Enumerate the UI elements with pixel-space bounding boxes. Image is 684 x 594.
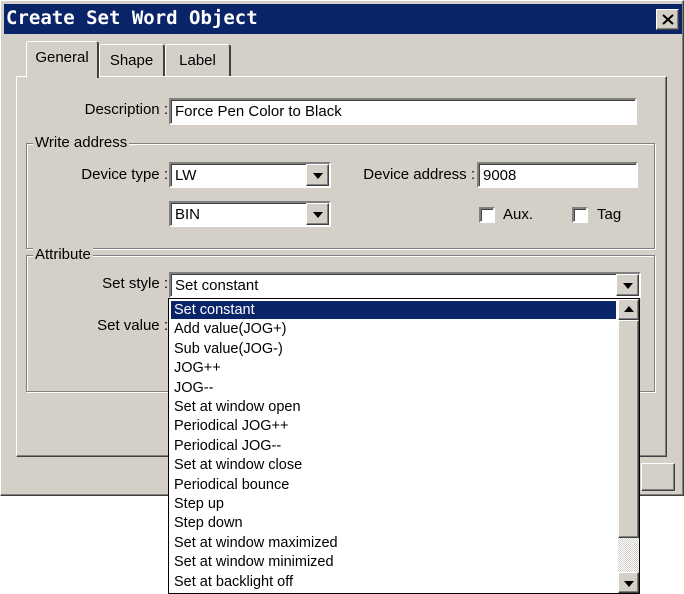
dialog-button-partial[interactable] xyxy=(641,463,675,491)
dropdown-option[interactable]: Set at window minimized xyxy=(171,553,616,571)
description-input[interactable]: Force Pen Color to Black xyxy=(169,98,637,125)
format-value: BIN xyxy=(175,206,201,223)
attribute-title: Attribute xyxy=(33,246,93,263)
device-type-dropdown-button[interactable] xyxy=(306,164,329,186)
window-title: Create Set Word Object xyxy=(6,7,258,29)
chevron-up-icon xyxy=(623,305,634,312)
scroll-thumb[interactable] xyxy=(618,320,639,538)
write-address-group xyxy=(26,143,655,249)
dropdown-option[interactable]: Set at backlight off xyxy=(171,573,616,591)
dropdown-option[interactable]: Periodical bounce xyxy=(171,476,616,494)
set-style-label: Set style : xyxy=(102,275,168,292)
set-value-label: Set value : xyxy=(97,317,168,334)
set-style-dropdown-list[interactable]: Set constant Add value(JOG+) Sub value(JOG… xyxy=(168,298,640,594)
dropdown-option[interactable]: Step down xyxy=(171,514,616,532)
write-address-title: Write address xyxy=(33,134,130,151)
device-type-label: Device type : xyxy=(81,166,168,183)
tag-checkbox[interactable] xyxy=(572,207,588,223)
aux-checkbox[interactable] xyxy=(479,207,495,223)
dropdown-option[interactable]: Set constant xyxy=(171,301,616,319)
dropdown-scrollbar[interactable] xyxy=(618,299,639,593)
format-combo[interactable]: BIN xyxy=(169,201,331,227)
dropdown-option[interactable]: Set at window open xyxy=(171,398,616,416)
device-address-input[interactable]: 9008 xyxy=(477,162,638,188)
set-style-dropdown-button[interactable] xyxy=(616,274,639,296)
dropdown-option[interactable]: Set at window close xyxy=(171,456,616,474)
format-dropdown-button[interactable] xyxy=(306,203,329,225)
tag-label: Tag xyxy=(597,206,622,223)
dropdown-option[interactable]: Add value(JOG+) xyxy=(171,320,616,338)
device-address-label: Device address : xyxy=(363,166,475,183)
dropdown-option[interactable]: JOG-- xyxy=(171,379,616,397)
dropdown-option[interactable]: JOG++ xyxy=(171,359,616,377)
tab-shape[interactable]: Shape xyxy=(99,44,165,76)
scroll-down-button[interactable] xyxy=(618,572,639,593)
dropdown-option[interactable]: Set at window maximized xyxy=(171,534,616,552)
chevron-down-icon xyxy=(623,580,634,587)
close-button[interactable] xyxy=(656,9,679,30)
description-label: Description : xyxy=(84,101,168,118)
device-type-value: LW xyxy=(175,167,197,184)
dropdown-option[interactable]: Sub value(JOG-) xyxy=(171,340,616,358)
close-icon xyxy=(662,14,674,25)
title-bar[interactable]: Create Set Word Object xyxy=(4,4,682,34)
chevron-down-icon xyxy=(312,212,323,218)
aux-label: Aux. xyxy=(503,206,534,223)
set-style-value: Set constant xyxy=(175,277,259,294)
dropdown-option[interactable]: Periodical JOG++ xyxy=(171,417,616,435)
device-type-combo[interactable]: LW xyxy=(169,162,331,188)
tab-label[interactable]: Label xyxy=(165,44,231,76)
tab-general[interactable]: General xyxy=(26,41,99,78)
chevron-down-icon xyxy=(312,173,323,179)
dropdown-option[interactable]: Periodical JOG-- xyxy=(171,437,616,455)
set-style-combo[interactable]: Set constant xyxy=(169,272,641,298)
scroll-up-button[interactable] xyxy=(618,299,639,320)
dropdown-option[interactable]: Step up xyxy=(171,495,616,513)
chevron-down-icon xyxy=(622,283,633,289)
